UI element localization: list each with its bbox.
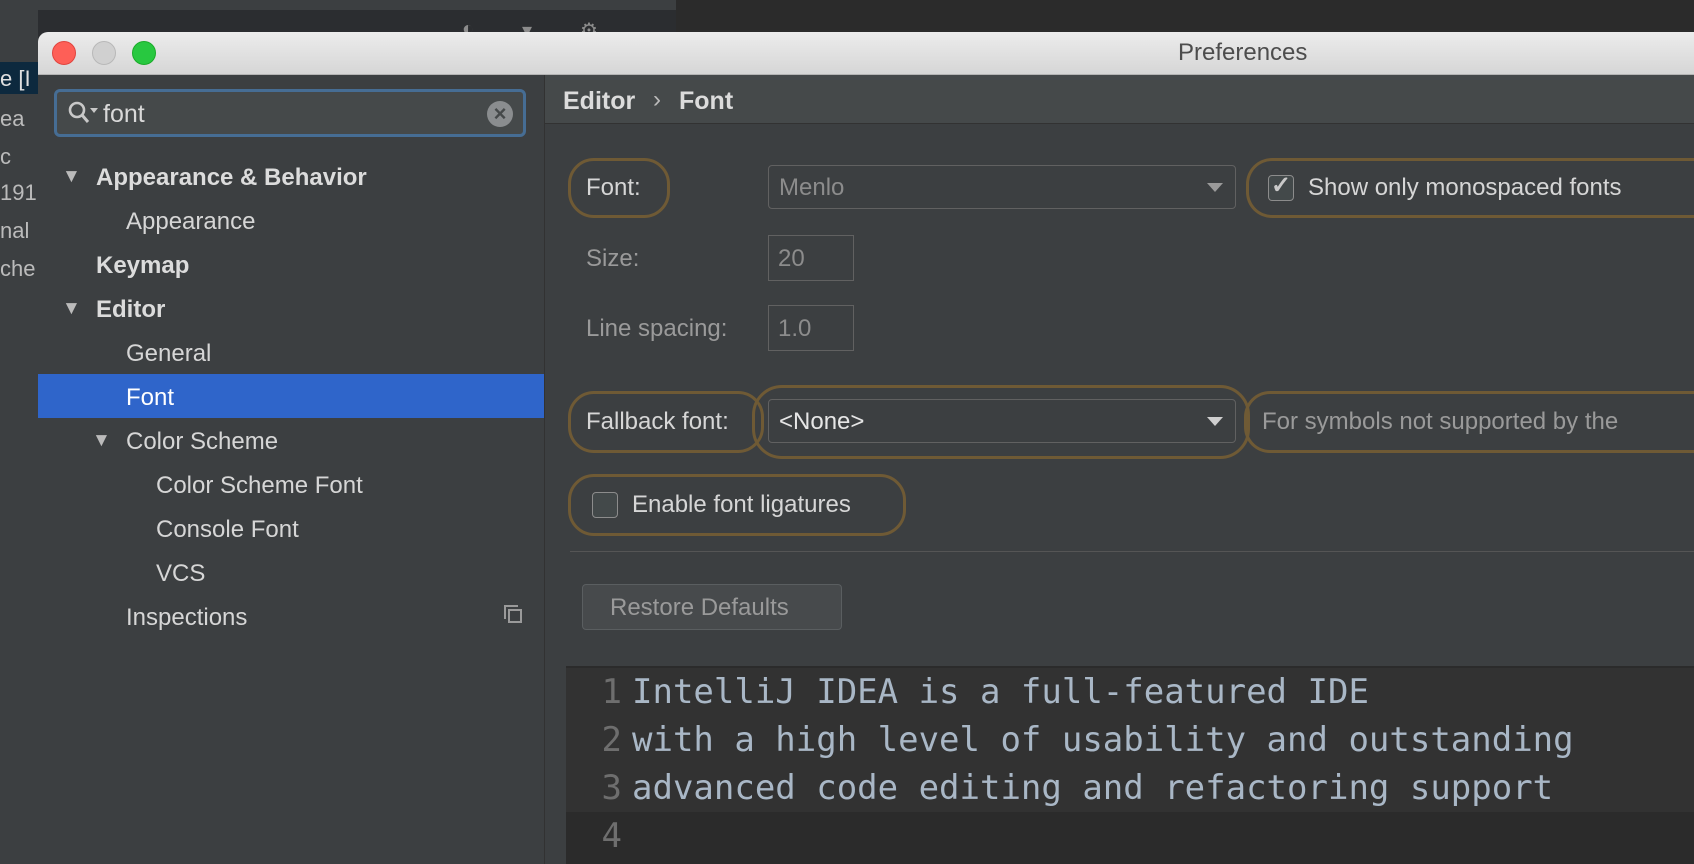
tree-item-console-font[interactable]: Console Font xyxy=(38,506,544,550)
tree-item-editor[interactable]: ▼ Editor xyxy=(38,286,544,330)
line-number: 1 xyxy=(601,672,622,712)
minimize-window-button[interactable] xyxy=(92,41,116,65)
tree-item-label: Editor xyxy=(96,296,166,323)
tree-item-font[interactable]: Font xyxy=(38,374,544,418)
background-text: che xyxy=(0,256,36,281)
monospaced-checkbox[interactable]: ✓ xyxy=(1268,172,1294,201)
line-number: 4 xyxy=(601,816,622,856)
background-text: 191 xyxy=(0,180,37,205)
checkmark-icon: ✓ xyxy=(1271,172,1292,199)
font-preview-editor[interactable]: 1 IntelliJ IDEA is a full-featured IDE 2… xyxy=(566,666,1694,864)
search-icon[interactable] xyxy=(67,100,101,126)
tree-item-keymap[interactable]: Keymap xyxy=(38,242,544,286)
tree-item-appearance[interactable]: Appearance xyxy=(38,198,544,242)
background-text: e [I xyxy=(0,66,31,91)
font-value: Menlo xyxy=(779,174,845,201)
tree-item-label: Color Scheme xyxy=(126,428,279,455)
section-divider xyxy=(570,551,1694,552)
background-text: ea xyxy=(0,106,25,131)
dropdown-arrow-icon[interactable] xyxy=(1207,183,1223,192)
expanded-arrow-icon[interactable]: ▼ xyxy=(62,298,81,320)
settings-search-input[interactable]: font × xyxy=(54,89,526,137)
tree-item-label: Appearance & Behavior xyxy=(96,164,367,191)
expanded-arrow-icon[interactable]: ▼ xyxy=(62,166,81,188)
preview-line: 4 xyxy=(566,812,1694,860)
preview-line: 1 IntelliJ IDEA is a full-featured IDE xyxy=(566,668,1694,716)
tree-item-color-scheme-font[interactable]: Color Scheme Font xyxy=(38,462,544,506)
preview-text: IntelliJ IDEA is a full-featured IDE xyxy=(632,672,1369,712)
line-number: 2 xyxy=(601,720,622,760)
fallback-font-value: <None> xyxy=(779,408,865,435)
tree-item-label: Inspections xyxy=(126,604,248,631)
tree-item-general[interactable]: General xyxy=(38,330,544,374)
tree-item-inspections[interactable]: Inspections xyxy=(38,594,544,638)
tree-item-label: Console Font xyxy=(156,516,299,543)
tree-item-label: Font xyxy=(126,384,175,411)
tree-item-vcs[interactable]: VCS xyxy=(38,550,544,594)
font-combobox[interactable]: Menlo xyxy=(768,165,1236,209)
fallback-hint: For symbols not supported by the xyxy=(1262,408,1619,435)
expanded-arrow-icon[interactable]: ▼ xyxy=(92,430,111,452)
tree-item-label: Keymap xyxy=(96,252,190,279)
preview-line: 3 advanced code editing and refactoring … xyxy=(566,764,1694,812)
window-title: Preferences xyxy=(1178,39,1308,66)
ligatures-label[interactable]: Enable font ligatures xyxy=(632,491,851,519)
tree-item-label: Appearance xyxy=(126,208,256,235)
fallback-font-label: Fallback font: xyxy=(586,408,729,435)
tree-item-label: VCS xyxy=(156,560,206,587)
tree-item-label: Color Scheme Font xyxy=(156,472,363,499)
tree-item-color-scheme[interactable]: ▼ Color Scheme xyxy=(38,418,544,462)
monospaced-label[interactable]: Show only monospaced fonts xyxy=(1308,174,1622,202)
breadcrumb-font: Font xyxy=(679,87,734,115)
line-spacing-input[interactable]: 1.0 xyxy=(768,305,854,351)
restore-defaults-button[interactable]: Restore Defaults xyxy=(582,584,842,630)
line-number: 3 xyxy=(601,768,622,808)
size-input[interactable]: 20 xyxy=(768,235,854,281)
title-bar: Preferences xyxy=(38,32,1694,75)
size-label: Size: xyxy=(586,245,640,272)
breadcrumb-editor[interactable]: Editor xyxy=(563,87,635,116)
font-label: Font: xyxy=(586,174,641,201)
line-spacing-value: 1.0 xyxy=(778,315,812,342)
breadcrumb-separator: › xyxy=(653,86,661,113)
background-editor-strip xyxy=(676,0,1694,32)
maximize-window-button[interactable] xyxy=(132,41,156,65)
project-settings-icon xyxy=(504,605,522,623)
close-window-button[interactable] xyxy=(52,41,76,65)
restore-defaults-label: Restore Defaults xyxy=(610,594,789,621)
preview-text: advanced code editing and refactoring su… xyxy=(632,768,1554,808)
preview-line: 2 with a high level of usability and out… xyxy=(566,716,1694,764)
settings-sidebar: font × ▼ Appearance & Behavior Appearanc… xyxy=(38,75,545,864)
breadcrumb: Editor › Font xyxy=(545,75,1694,124)
size-value: 20 xyxy=(778,245,805,272)
line-spacing-label: Line spacing: xyxy=(586,315,728,342)
background-text: nal xyxy=(0,218,30,243)
preview-text: with a high level of usability and outst… xyxy=(632,720,1574,760)
dropdown-arrow-icon[interactable] xyxy=(1207,417,1223,426)
fallback-font-combobox[interactable]: <None> xyxy=(768,399,1236,443)
tree-item-appearance-behavior[interactable]: ▼ Appearance & Behavior xyxy=(38,154,544,198)
ligatures-checkbox[interactable] xyxy=(592,492,618,518)
tree-item-label: General xyxy=(126,340,212,367)
clear-search-icon[interactable]: × xyxy=(487,101,513,127)
background-project-panel: e [I ea c 191 nal che xyxy=(0,0,38,864)
background-text: c xyxy=(0,144,11,169)
search-query: font xyxy=(103,100,145,128)
